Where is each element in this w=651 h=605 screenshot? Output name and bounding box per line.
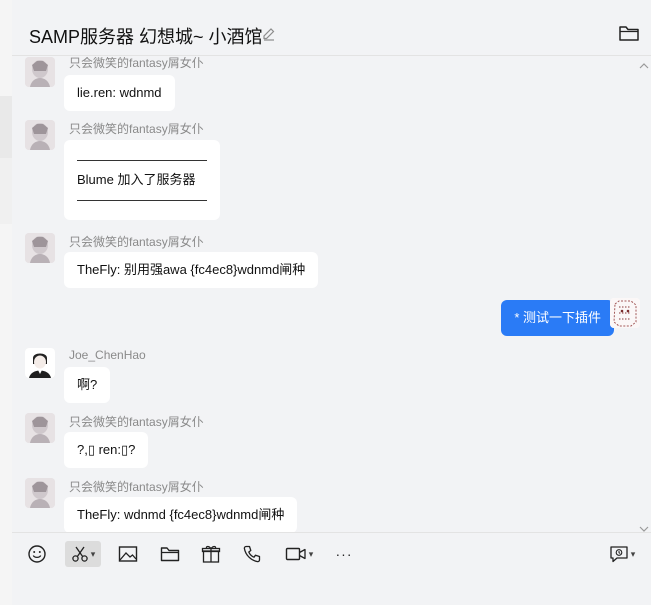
folder-icon[interactable]: [618, 24, 640, 42]
scissors-icon: [71, 545, 89, 563]
phone-icon[interactable]: [241, 541, 263, 567]
video-icon: [285, 546, 307, 562]
message-list[interactable]: 只会微笑的fantasy屑女仆 lie.ren: wdnmd 只会微笑的fant…: [12, 57, 651, 532]
avatar[interactable]: [25, 120, 55, 150]
sender-name[interactable]: 只会微笑的fantasy屑女仆: [69, 233, 204, 250]
message-bubble-self[interactable]: * 测试一下插件: [501, 300, 614, 336]
message-bubble[interactable]: TheFly: wdnmd {fc4ec8}wdnmd闸种: [64, 497, 298, 532]
left-panel-item[interactable]: [0, 158, 12, 224]
message-bubble[interactable]: ?,▯ ren:▯?: [64, 432, 149, 468]
left-panel-item[interactable]: [0, 96, 12, 158]
message-text: 啊?: [77, 377, 98, 392]
more-icon[interactable]: ···: [333, 541, 355, 567]
message-text: TheFly: 别用强awa {fc4ec8}wdnmd闸种: [77, 262, 306, 277]
message-text: TheFly: wdnmd {fc4ec8}wdnmd闸种: [77, 507, 285, 522]
sender-name[interactable]: 只会微笑的fantasy屑女仆: [69, 120, 204, 137]
edit-icon[interactable]: [261, 26, 277, 42]
message-text: Blume 加入了服务器: [77, 172, 196, 187]
left-panel-edge: [0, 0, 12, 605]
sender-name[interactable]: 只会微笑的fantasy屑女仆: [69, 478, 204, 495]
sender-name[interactable]: Joe_ChenHao: [69, 348, 146, 362]
message-text: ——————————: [77, 152, 207, 167]
scroll-up-icon[interactable]: [639, 57, 649, 69]
screenshot-button[interactable]: ▾: [65, 541, 101, 567]
message-text: ——————————: [77, 192, 207, 207]
avatar[interactable]: [25, 348, 55, 378]
message-bubble[interactable]: —————————— Blume 加入了服务器 ——————————: [64, 140, 220, 220]
message-text: lie.ren: wdnmd: [77, 85, 162, 100]
folder-icon[interactable]: [159, 541, 181, 567]
chat-title: SAMP服务器 幻想城~ 小酒馆: [29, 27, 263, 47]
chevron-down-icon: ▾: [308, 548, 314, 559]
avatar[interactable]: [25, 233, 55, 263]
gift-icon[interactable]: [200, 541, 222, 567]
chat-window: SAMP服务器 幻想城~ 小酒馆 只会微笑的fantasy屑女仆 lie.ren…: [12, 0, 651, 605]
history-icon: [609, 545, 629, 563]
emoji-icon[interactable]: [26, 541, 48, 567]
sender-name[interactable]: 只会微笑的fantasy屑女仆: [69, 413, 204, 430]
chevron-down-icon: ▾: [630, 548, 636, 559]
avatar[interactable]: [25, 57, 55, 87]
message-bubble[interactable]: 啊?: [64, 367, 111, 403]
avatar[interactable]: [25, 478, 55, 508]
message-bubble[interactable]: lie.ren: wdnmd: [64, 75, 175, 111]
sender-name[interactable]: 只会微笑的fantasy屑女仆: [69, 57, 204, 71]
chat-header: SAMP服务器 幻想城~ 小酒馆: [12, 0, 651, 56]
self-avatar[interactable]: [610, 298, 640, 328]
message-text: * 测试一下插件: [514, 310, 601, 325]
video-call-button[interactable]: ▾: [283, 541, 315, 567]
message-bubble[interactable]: TheFly: 别用强awa {fc4ec8}wdnmd闸种: [64, 252, 319, 288]
chevron-down-icon: ▾: [90, 548, 96, 559]
message-text: ?,▯ ren:▯?: [77, 442, 136, 457]
image-icon[interactable]: [117, 541, 139, 567]
composer[interactable]: ▾ ▾ ··· ▾: [12, 532, 651, 605]
scroll-down-icon[interactable]: [639, 520, 649, 532]
chat-history-button[interactable]: ▾: [605, 541, 639, 567]
avatar[interactable]: [25, 413, 55, 443]
